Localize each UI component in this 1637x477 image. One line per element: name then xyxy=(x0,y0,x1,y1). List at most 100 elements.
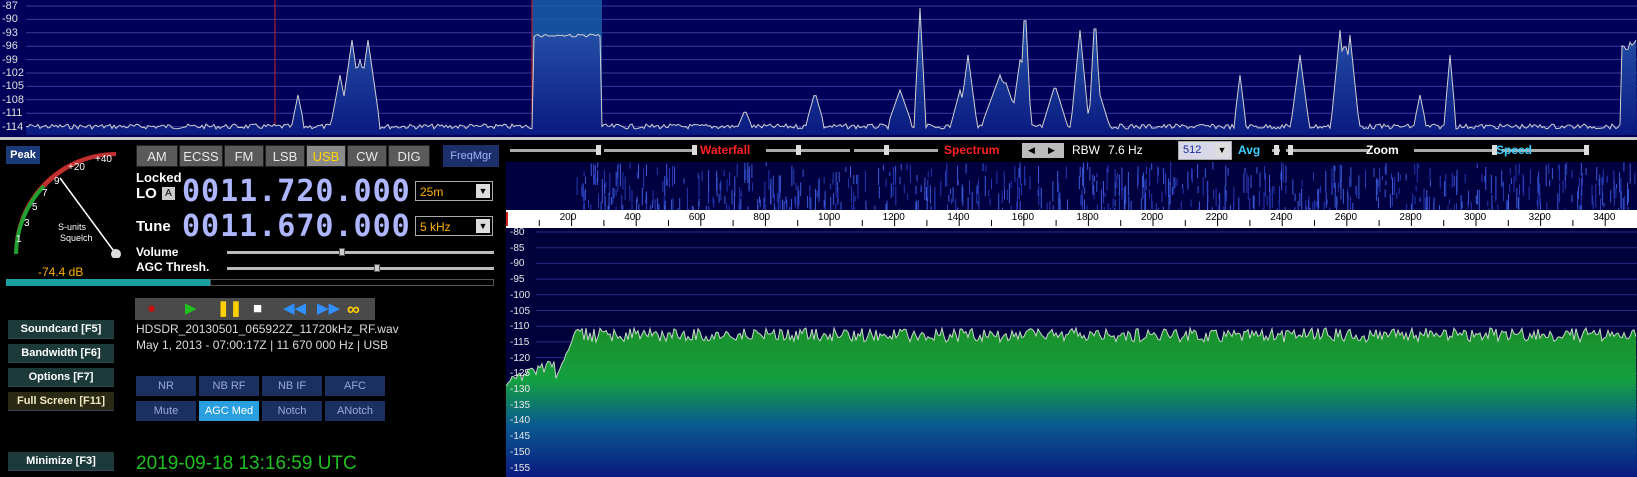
top-db-label: -96 xyxy=(2,40,18,53)
minimize-button[interactable]: Minimize [F3] xyxy=(8,452,114,471)
mode-button-lsb[interactable]: LSB xyxy=(265,145,305,167)
frequency-tick-label: 2200 xyxy=(1205,212,1228,223)
file-name: HDSDR_20130501_065922Z_11720kHz_RF.wav xyxy=(136,322,399,336)
audio-db-label: -100 xyxy=(510,289,531,301)
bandwidth-button[interactable]: Bandwidth [F6] xyxy=(8,344,114,363)
frequency-tick-label: 3200 xyxy=(1528,212,1551,223)
dsp-button-nb-rf[interactable]: NB RF xyxy=(199,376,259,396)
fft-size-value: 512 xyxy=(1183,144,1202,156)
rbw-stepper[interactable]: ◀ ▶ xyxy=(1022,143,1064,158)
audio-db-label: -115 xyxy=(510,336,530,348)
mode-button-am[interactable]: AM xyxy=(136,145,178,167)
mode-button-dig[interactable]: DIG xyxy=(388,145,430,167)
pause-icon[interactable]: ❚❚ xyxy=(217,298,242,320)
chevron-down-icon: ▼ xyxy=(1215,143,1229,157)
dsp-button-agc-med[interactable]: AGC Med xyxy=(199,401,259,421)
tune-step-value: 5 kHz xyxy=(420,220,451,234)
volume-label: Volume xyxy=(136,245,179,259)
play-icon[interactable]: ▶ xyxy=(185,298,197,320)
spectrum-slider-2-thumb[interactable] xyxy=(884,145,889,155)
frequency-tick-label: 800 xyxy=(753,212,771,223)
frequency-tick-label: 400 xyxy=(624,212,641,223)
spectrum-slider-1[interactable] xyxy=(766,149,850,152)
top-spectrum-grid xyxy=(26,5,1637,128)
volume-slider[interactable] xyxy=(227,251,494,254)
frequency-axis[interactable]: 200 400 600 800 1000 1200 1400 1600 1800 2000 2200… xyxy=(506,210,1637,228)
mode-button-ecss[interactable]: ECSS xyxy=(179,145,223,167)
top-db-label: -108 xyxy=(2,93,25,106)
mode-button-fm[interactable]: FM xyxy=(224,145,264,167)
chevron-left-icon[interactable]: ◀ xyxy=(1028,143,1035,158)
file-meta: May 1, 2013 - 07:00:17Z | 11 670 000 Hz … xyxy=(136,338,389,352)
chevron-right-icon[interactable]: ▶ xyxy=(1048,143,1055,158)
frequency-tick-label: 600 xyxy=(688,212,706,223)
freqmgr-button[interactable]: FreqMgr xyxy=(443,145,499,167)
mode-button-usb[interactable]: USB xyxy=(306,145,346,167)
top-spectrum-display[interactable]: -87 -90 -93 -96 -99 -102 -105 -108 -111 -114 xyxy=(0,0,1637,138)
agc-thresh-slider[interactable] xyxy=(227,267,494,270)
spectrum-slider-2[interactable] xyxy=(854,149,938,152)
dsp-button-afc[interactable]: AFC xyxy=(325,376,385,396)
loop-icon[interactable]: ∞ xyxy=(347,298,360,320)
audio-db-label: -85 xyxy=(510,242,525,254)
top-spectrum-trace xyxy=(25,7,1637,131)
record-icon[interactable]: ● xyxy=(147,298,156,320)
audio-spectrum-fill xyxy=(506,328,1637,477)
avg-slider-thumb[interactable] xyxy=(1274,145,1279,155)
mode-button-cw[interactable]: CW xyxy=(347,145,387,167)
lo-band-select[interactable]: 25m ▼ xyxy=(415,181,493,201)
tune-step-select[interactable]: 5 kHz ▼ xyxy=(415,216,493,236)
zoom-label: Zoom xyxy=(1366,143,1399,157)
utc-clock: 2019-09-18 13:16:59 UTC xyxy=(136,453,357,474)
display-toolbar: Waterfall Spectrum ◀ ▶ RBW 7.6 Hz 512 ▼ … xyxy=(504,141,1637,161)
smeter-label-3: 3 xyxy=(24,218,30,229)
top-db-label: -105 xyxy=(2,80,25,93)
fft-size-select[interactable]: 512 ▼ xyxy=(1178,141,1232,160)
options-button[interactable]: Options [F7] xyxy=(8,368,114,387)
waterfall-slider-1-thumb[interactable] xyxy=(596,145,601,155)
dsp-button-anotch[interactable]: ANotch xyxy=(325,401,385,421)
top-db-label: -90 xyxy=(2,13,18,26)
dsp-button-notch[interactable]: Notch xyxy=(262,401,322,421)
tune-frequency[interactable]: 0011.670.000 xyxy=(182,209,411,244)
smeter-label-7: 7 xyxy=(42,188,48,199)
tune-label: Tune xyxy=(136,218,171,235)
audio-spectrum-display[interactable] xyxy=(506,228,1637,477)
speed-slider-2-thumb[interactable] xyxy=(1584,145,1589,155)
dsp-button-mute[interactable]: Mute xyxy=(136,401,196,421)
speed-slider-1[interactable] xyxy=(1414,149,1496,152)
top-db-label: -111 xyxy=(2,107,23,120)
smeter-label-5: 5 xyxy=(32,202,38,213)
audio-db-label: -110 xyxy=(510,321,530,333)
zoom-slider[interactable] xyxy=(1286,149,1370,152)
waterfall-slider-2-thumb[interactable] xyxy=(692,145,697,155)
stop-icon[interactable]: ■ xyxy=(253,298,262,320)
audio-db-label: -130 xyxy=(510,384,531,395)
waterfall-slider-1[interactable] xyxy=(510,149,600,152)
waterfall-slider-2[interactable] xyxy=(604,149,696,152)
volume-slider-thumb[interactable] xyxy=(339,248,345,256)
lo-frequency[interactable]: 0011.720.000 xyxy=(182,174,411,209)
waterfall-plot xyxy=(576,162,1636,210)
locked-label: Locked xyxy=(136,170,182,185)
soundcard-button[interactable]: Soundcard [F5] xyxy=(8,320,114,339)
top-db-label: -87 xyxy=(2,0,18,12)
smeter-caption-sunits: S-units xyxy=(58,222,87,232)
dsp-button-nr[interactable]: NR xyxy=(136,376,196,396)
spectrum-slider-1-thumb[interactable] xyxy=(796,145,801,155)
frequency-tick-label: 1000 xyxy=(818,212,841,223)
dsp-button-nb-if[interactable]: NB IF xyxy=(262,376,322,396)
top-db-label: -99 xyxy=(2,53,18,66)
frequency-tick-label: 2000 xyxy=(1141,212,1164,223)
fast-forward-icon[interactable]: ▶▶ xyxy=(317,298,340,320)
avg-label: Avg xyxy=(1238,143,1261,157)
lo-a-badge[interactable]: A xyxy=(162,187,175,200)
full-screen-button[interactable]: Full Screen [F11] xyxy=(8,392,114,411)
signal-level-bar xyxy=(6,279,210,286)
audio-db-label: -105 xyxy=(510,305,531,317)
agc-thresh-slider-thumb[interactable] xyxy=(374,264,380,272)
waterfall-display[interactable] xyxy=(506,162,1637,210)
transport-bar: ● ▶ ❚❚ ■ ◀◀ ▶▶ ∞ xyxy=(135,298,375,320)
zoom-slider-thumb[interactable] xyxy=(1288,145,1293,155)
rewind-icon[interactable]: ◀◀ xyxy=(283,298,306,320)
